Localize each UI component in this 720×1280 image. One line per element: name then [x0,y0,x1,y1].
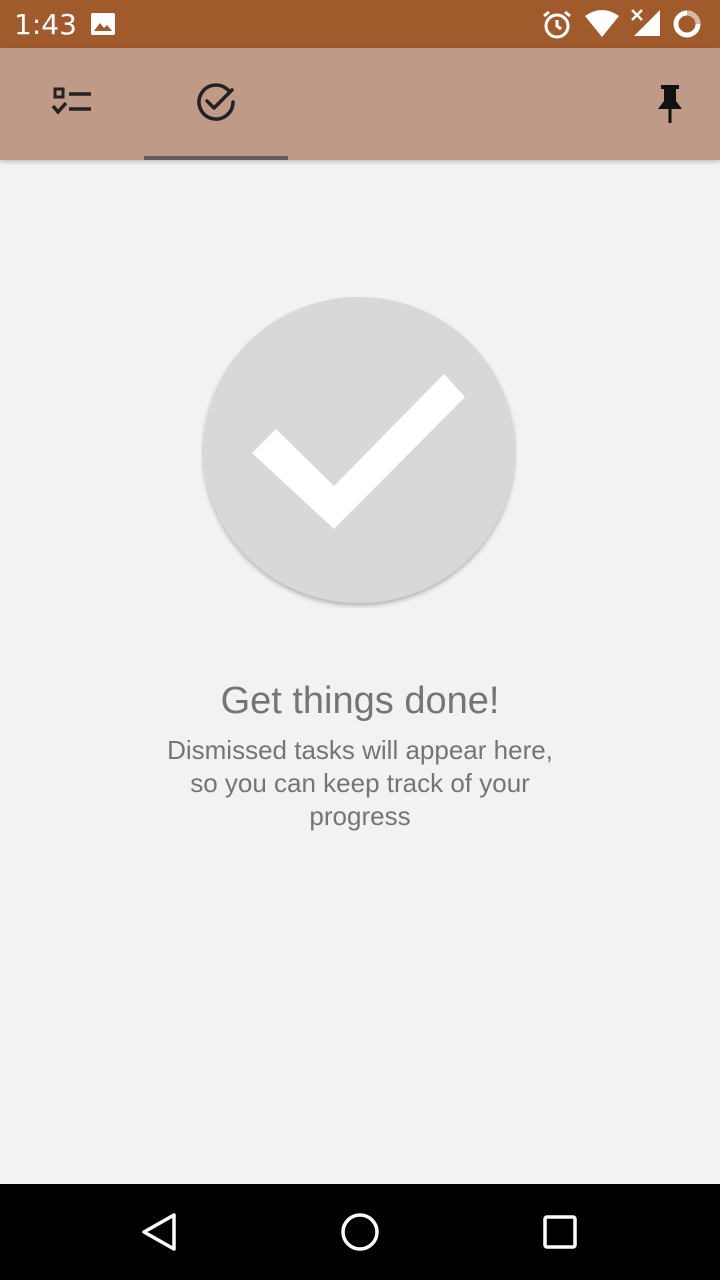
tab-tasks[interactable] [0,48,144,160]
empty-state: Get things done! Dismissed tasks will ap… [0,160,720,1184]
check-circle-icon [194,80,238,129]
wifi-icon [584,10,620,43]
toolbar [0,48,720,160]
cell-signal-icon [630,8,662,43]
status-bar: 1:43 [0,0,720,48]
back-icon[interactable] [136,1208,184,1256]
image-icon [90,12,116,41]
pin-icon [655,83,685,130]
home-icon[interactable] [336,1208,384,1256]
status-time: 1:43 [14,8,77,41]
empty-state-title: Get things done! [220,680,500,722]
tab-done[interactable] [144,48,288,160]
recents-icon[interactable] [536,1208,584,1256]
navigation-bar [0,1184,720,1280]
pin-button[interactable] [638,78,702,134]
checklist-icon [51,85,93,124]
empty-state-subtitle: Dismissed tasks will appear here, so you… [167,735,553,831]
battery-icon [672,9,702,44]
big-check-icon [201,296,517,608]
alarm-icon [541,9,573,46]
